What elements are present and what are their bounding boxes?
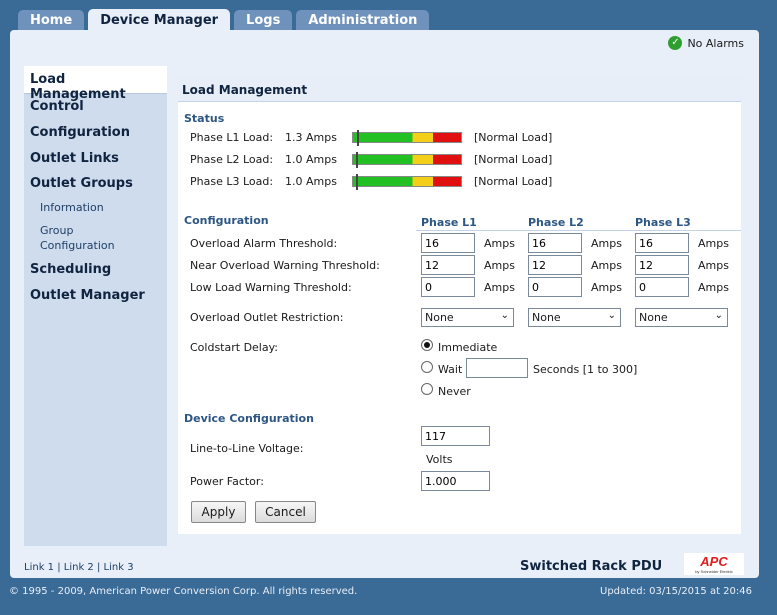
product-name: Switched Rack PDU: [520, 559, 663, 574]
apply-button[interactable]: Apply: [191, 501, 246, 523]
coldstart-wait-suffix: Seconds [1 to 300]: [533, 363, 638, 376]
unit-amps: Amps: [698, 237, 729, 250]
footer-link-1[interactable]: Link 1: [24, 562, 54, 573]
updated-timestamp: Updated: 03/15/2015 at 20:46: [600, 586, 752, 597]
tab-administration[interactable]: Administration: [296, 10, 430, 31]
near-overload-l3-input[interactable]: [635, 255, 689, 275]
overload-alarm-l3-input[interactable]: [635, 233, 689, 253]
content-area: Load Management Status Phase L1 Load: 1.…: [178, 76, 741, 534]
phase-l1-load-bar: [352, 130, 462, 146]
coldstart-wait-radio[interactable]: [421, 361, 433, 373]
voltage-unit: Volts: [426, 453, 453, 466]
restriction-l2-value: None: [532, 311, 561, 324]
phase-l3-load-bar: [352, 174, 462, 190]
phase-l1-value: 1.3 Amps: [285, 131, 337, 144]
coldstart-label: Coldstart Delay:: [190, 341, 279, 354]
sidebar: Load Management Control Configuration Ou…: [24, 66, 167, 546]
restriction-label: Overload Outlet Restriction:: [190, 311, 344, 324]
footer-link-2[interactable]: Link 2: [64, 562, 94, 573]
sidebar-item-outlet-groups[interactable]: Outlet Groups: [24, 172, 167, 194]
sidebar-sub-group-config[interactable]: Group Configuration: [24, 221, 167, 255]
unit-amps: Amps: [484, 281, 515, 294]
power-factor-input[interactable]: [421, 471, 490, 491]
footer-link-3[interactable]: Link 3: [104, 562, 134, 573]
header-divider: [416, 230, 741, 231]
phase-l2-value: 1.0 Amps: [285, 153, 337, 166]
near-overload-l2-input[interactable]: [528, 255, 582, 275]
sidebar-item-scheduling[interactable]: Scheduling: [24, 257, 167, 283]
check-icon: ✓: [668, 36, 683, 50]
sidebar-item-outlet-manager[interactable]: Outlet Manager: [24, 283, 167, 309]
tab-device-manager[interactable]: Device Manager: [88, 9, 231, 31]
alarm-text: No Alarms: [687, 36, 744, 50]
low-load-label: Low Load Warning Threshold:: [190, 281, 352, 294]
sidebar-item-configuration[interactable]: Configuration: [24, 120, 167, 146]
unit-amps: Amps: [484, 237, 515, 250]
phase-l2-header: Phase L2: [528, 216, 584, 229]
unit-amps: Amps: [484, 259, 515, 272]
voltage-input[interactable]: [421, 426, 490, 446]
phase-l2-label: Phase L2 Load:: [190, 153, 274, 166]
unit-amps: Amps: [698, 259, 729, 272]
near-overload-l1-input[interactable]: [421, 255, 475, 275]
chevron-down-icon: ⌄: [714, 310, 723, 321]
sidebar-sub-group-line2: Configuration: [40, 239, 115, 252]
chevron-down-icon: ⌄: [607, 310, 616, 321]
overload-alarm-l1-input[interactable]: [421, 233, 475, 253]
coldstart-never-label: Never: [438, 385, 471, 398]
phase-l3-label: Phase L3 Load:: [190, 175, 274, 188]
sidebar-sub-information[interactable]: Information: [24, 198, 167, 217]
low-load-l3-input[interactable]: [635, 277, 689, 297]
coldstart-wait-input[interactable]: [466, 358, 528, 378]
device-config-heading: Device Configuration: [184, 412, 314, 425]
near-overload-label: Near Overload Warning Threshold:: [190, 259, 380, 272]
sidebar-item-load-management[interactable]: Load Management: [24, 66, 167, 102]
unit-amps: Amps: [698, 281, 729, 294]
cancel-button[interactable]: Cancel: [255, 501, 316, 523]
unit-amps: Amps: [591, 237, 622, 250]
main-tabs: Home Device Manager Logs Administration: [18, 9, 433, 31]
sidebar-sub-group-line1: Group: [40, 224, 74, 237]
unit-amps: Amps: [591, 281, 622, 294]
low-load-l2-input[interactable]: [528, 277, 582, 297]
chevron-down-icon: ⌄: [500, 310, 509, 321]
low-load-l1-input[interactable]: [421, 277, 475, 297]
phase-l3-state: [Normal Load]: [474, 175, 553, 188]
panel-footer: Link 1 | Link 2 | Link 3 Switched Rack P…: [10, 552, 759, 578]
restriction-l3-value: None: [639, 311, 668, 324]
tab-logs[interactable]: Logs: [234, 10, 293, 31]
coldstart-never-radio[interactable]: [421, 383, 433, 395]
apc-logo-subtext: by Schneider Electric: [695, 569, 733, 574]
apc-logo: APC by Schneider Electric: [684, 553, 744, 575]
phase-l2-load-bar: [352, 152, 462, 168]
restriction-l3-select[interactable]: None ⌄: [635, 308, 728, 327]
phase-l3-header: Phase L3: [635, 216, 691, 229]
tab-home[interactable]: Home: [18, 10, 85, 31]
phase-l2-state: [Normal Load]: [474, 153, 553, 166]
main-panel: ✓ No Alarms Load Management Control Conf…: [10, 30, 759, 578]
configuration-heading: Configuration: [184, 214, 269, 227]
status-heading: Status: [184, 112, 225, 125]
phase-l3-value: 1.0 Amps: [285, 175, 337, 188]
alarm-status[interactable]: ✓ No Alarms: [668, 36, 744, 50]
coldstart-immediate-radio[interactable]: [421, 339, 433, 351]
restriction-l2-select[interactable]: None ⌄: [528, 308, 621, 327]
phase-l1-header: Phase L1: [421, 216, 477, 229]
restriction-l1-value: None: [425, 311, 454, 324]
coldstart-immediate-label: Immediate: [438, 341, 498, 354]
power-factor-label: Power Factor:: [190, 475, 264, 488]
overload-alarm-l2-input[interactable]: [528, 233, 582, 253]
coldstart-wait-label: Wait: [438, 363, 463, 376]
phase-l1-label: Phase L1 Load:: [190, 131, 274, 144]
phase-l1-state: [Normal Load]: [474, 131, 553, 144]
page-title: Load Management: [178, 76, 741, 102]
restriction-l1-select[interactable]: None ⌄: [421, 308, 514, 327]
overload-alarm-label: Overload Alarm Threshold:: [190, 237, 338, 250]
apc-logo-text: APC: [699, 554, 728, 569]
voltage-label: Line-to-Line Voltage:: [190, 442, 304, 455]
copyright-text: © 1995 - 2009, American Power Conversion…: [9, 586, 358, 597]
footer-links: Link 1 | Link 2 | Link 3: [24, 562, 134, 573]
sidebar-item-outlet-links[interactable]: Outlet Links: [24, 146, 167, 172]
unit-amps: Amps: [591, 259, 622, 272]
